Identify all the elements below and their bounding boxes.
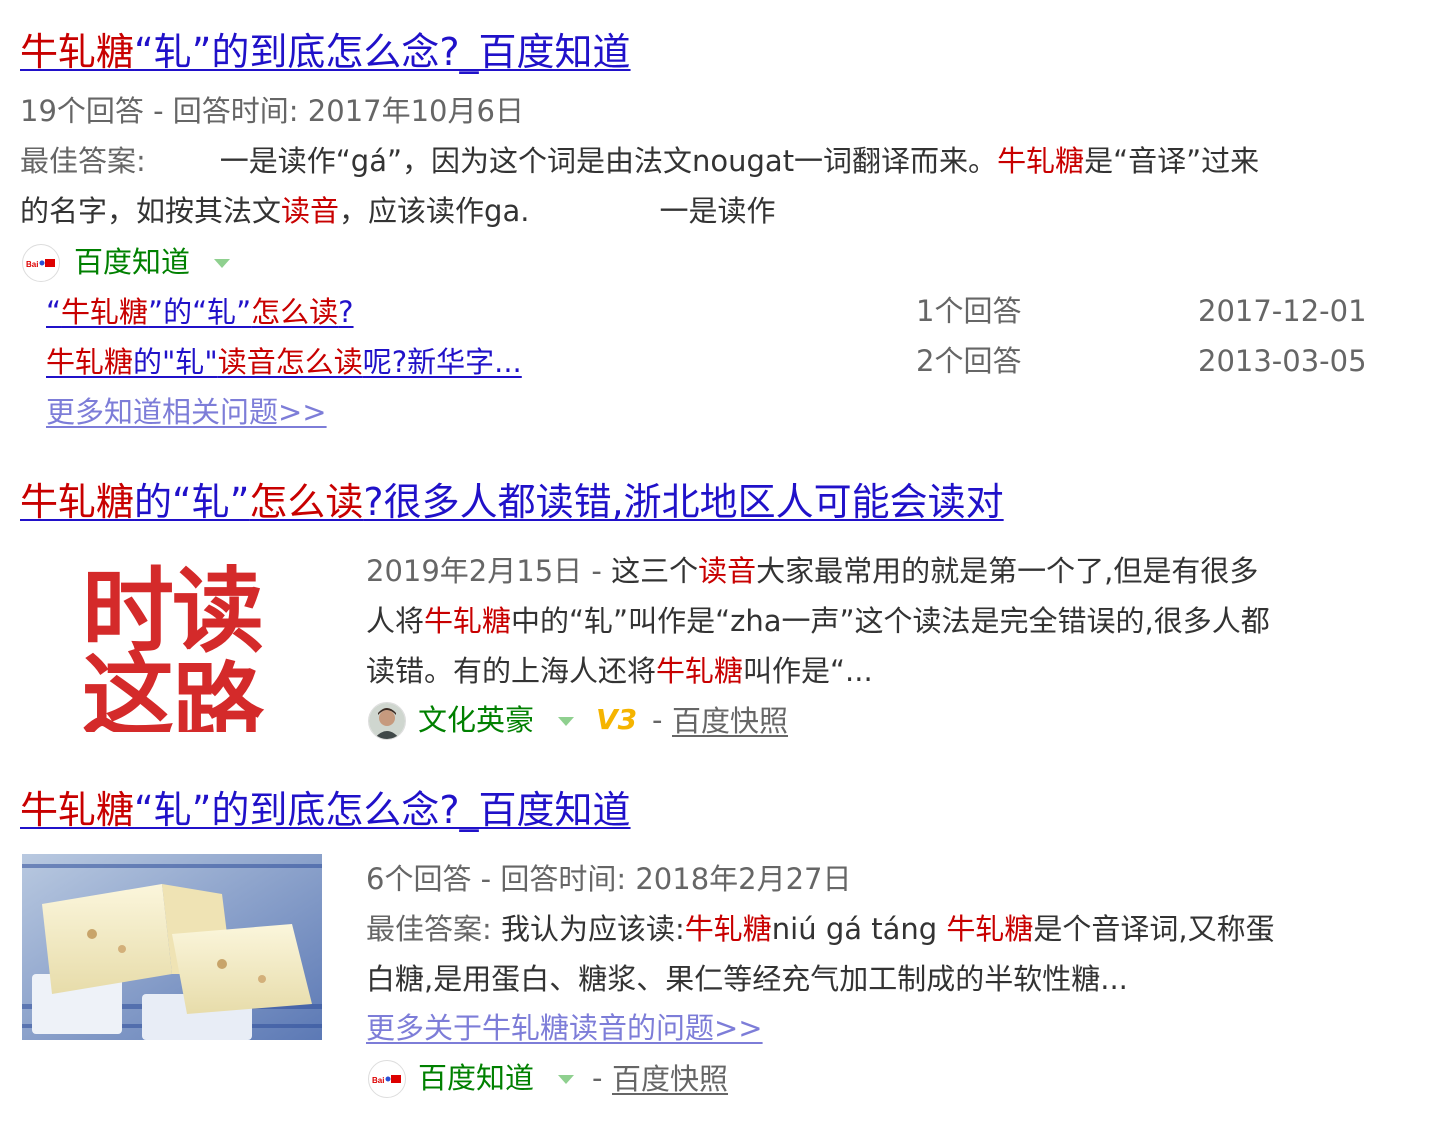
- result-1-answer-line-1: 最佳答案: 一是读作“gá”，因为这个词是由法文nougat一词翻译而来。牛轧糖是…: [20, 144, 1260, 178]
- svg-text:Bai: Bai: [26, 260, 38, 269]
- result-1-answer-label: 最佳答案:: [20, 144, 146, 178]
- v3-level-badge-icon: V3: [596, 703, 638, 736]
- result-2-thumb-char-4: 路: [172, 652, 265, 732]
- result-2-snippet-line-2: 人将牛轧糖中的“轧”叫作是“zha一声”这个读法是完全错误的,很多人都: [366, 604, 1270, 638]
- result-1-title[interactable]: 牛轧糖“轧”的到底怎么念?_百度知道: [20, 30, 631, 74]
- more-related-questions-link[interactable]: 更多知道相关问题>>: [46, 392, 327, 432]
- related-question-1-count: 1个回答: [916, 294, 1022, 328]
- result-2-separator: -: [652, 703, 663, 737]
- related-question-2[interactable]: 牛轧糖的"轧"读音怎么读呢?新华字...: [46, 342, 522, 382]
- result-2-title[interactable]: 牛轧糖的“轧”怎么读?很多人都读错,浙北地区人可能会读对: [20, 480, 1004, 524]
- result-2-snippet-line-1: 2019年2月15日 - 这三个读音大家最常用的就是第一个了,但是有很多: [366, 554, 1259, 588]
- result-2-source-dropdown-icon[interactable]: [558, 717, 574, 726]
- related-question-2-count: 2个回答: [916, 344, 1022, 378]
- result-3-snippet-line-2: 白糖,是用蛋白、糖浆、果仁等经充气加工制成的半软性糖...: [366, 962, 1128, 996]
- svg-text:Bai: Bai: [372, 1076, 384, 1085]
- related-question-2-date: 2013-03-05: [1198, 344, 1367, 378]
- result-1-answer-line-2: 的名字，如按其法文读音，应该读作ga. 一是读作: [20, 194, 776, 228]
- result-3-separator: -: [592, 1061, 603, 1095]
- result-3-snippet-line-1: 最佳答案: 我认为应该读:牛轧糖niú gá táng 牛轧糖是个音译词,又称蛋: [366, 912, 1275, 946]
- result-2-snippet-line-3: 读错。有的上海人还将牛轧糖叫作是“...: [366, 654, 873, 688]
- result-1-source-name[interactable]: 百度知道: [74, 237, 190, 287]
- related-question-1-date: 2017-12-01: [1198, 294, 1367, 328]
- result-2-source-name[interactable]: 文化英豪: [418, 695, 534, 745]
- result-2-thumb-char-3: 这: [82, 642, 174, 732]
- result-1-title-rest: “轧”的到底怎么念?_百度知道: [134, 30, 631, 74]
- related-question-1[interactable]: “牛轧糖”的“轧”怎么读?: [46, 292, 354, 332]
- result-3-source-dropdown-icon[interactable]: [558, 1075, 574, 1084]
- result-2-snapshot-link[interactable]: 百度快照: [672, 701, 788, 741]
- result-3-thumbnail[interactable]: [22, 854, 322, 1040]
- result-1-meta: 19个回答 - 回答时间: 2017年10月6日: [20, 94, 524, 128]
- result-2-thumb-char-2: 读: [172, 557, 264, 665]
- baidu-zhidao-logo-icon: Bai: [368, 1060, 406, 1098]
- result-2-thumbnail[interactable]: 时 读 这 路: [22, 548, 322, 732]
- result-3-snapshot-link[interactable]: 百度快照: [612, 1059, 728, 1099]
- result-3-source-name[interactable]: 百度知道: [418, 1053, 534, 1103]
- result-1-title-highlight: 牛轧糖: [20, 30, 135, 74]
- more-about-nougat-pronunciation-link[interactable]: 更多关于牛轧糖读音的问题>>: [366, 1008, 763, 1048]
- result-2-date: 2019年2月15日: [366, 554, 583, 588]
- author-avatar-icon: [368, 702, 406, 740]
- result-1-source-dropdown-icon[interactable]: [214, 259, 230, 268]
- result-3-title[interactable]: 牛轧糖“轧”的到底怎么念?_百度知道: [20, 788, 631, 832]
- baidu-zhidao-logo-icon: Bai: [22, 244, 60, 282]
- result-3-meta: 6个回答 - 回答时间: 2018年2月27日: [366, 862, 852, 896]
